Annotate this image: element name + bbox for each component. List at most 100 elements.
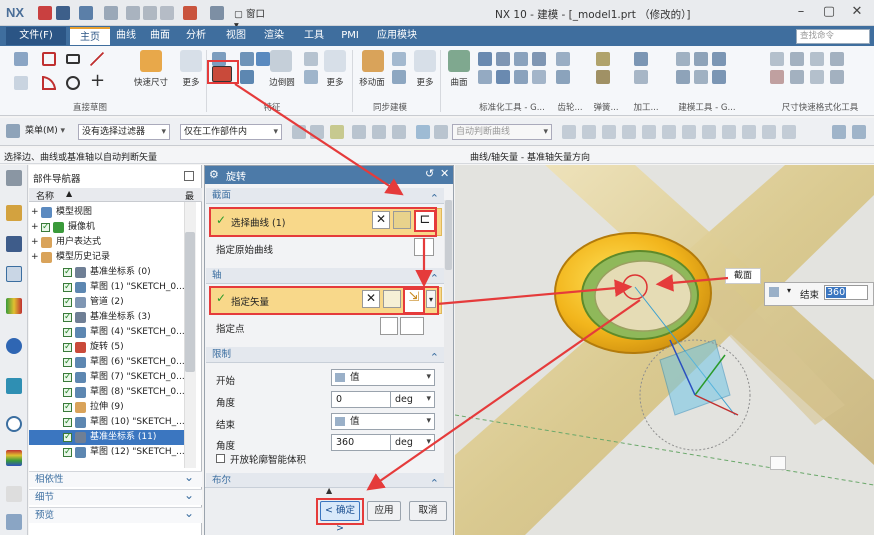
select-tool-6-icon[interactable] [392, 125, 406, 139]
visibility-checkbox[interactable] [63, 430, 72, 445]
cut-icon[interactable] [126, 6, 140, 20]
visibility-checkbox[interactable] [63, 295, 72, 310]
copy-icon[interactable] [143, 6, 157, 20]
gear-tool-2-icon[interactable] [556, 70, 570, 84]
navigator-scroll-thumb[interactable] [185, 232, 195, 372]
tree-row[interactable]: 草图 (12) "SKETCH_... [29, 445, 184, 460]
snap-tool-8-icon[interactable] [702, 125, 716, 139]
more-feature-button[interactable]: 更多 [320, 76, 350, 88]
visibility-checkbox[interactable] [63, 310, 72, 325]
web-browser-icon[interactable] [6, 338, 22, 354]
more-sync-button[interactable]: 更多 [410, 76, 440, 88]
menu-icon[interactable] [6, 124, 20, 138]
model-tool-5-icon[interactable] [694, 70, 708, 84]
system-icon[interactable] [6, 514, 22, 530]
machining-tool-1-icon[interactable] [634, 52, 648, 66]
model-tool-4-icon[interactable] [676, 70, 690, 84]
maximize-icon[interactable]: ▢ [818, 2, 840, 22]
select-tool-1-icon[interactable] [292, 125, 306, 139]
snap-tool-10-icon[interactable] [742, 125, 756, 139]
dialog-scroll-thumb[interactable] [445, 200, 452, 270]
tree-row[interactable]: 草图 (6) "SKETCH_0... [29, 355, 184, 370]
reset-icon[interactable]: ↺ [425, 167, 434, 180]
snap-tool-7-icon[interactable] [682, 125, 696, 139]
paste-icon[interactable] [160, 6, 174, 20]
move-face-button[interactable]: 移动面 [352, 76, 392, 88]
start-angle-input[interactable]: 0 [331, 391, 391, 408]
snap-tool-5-icon[interactable] [642, 125, 656, 139]
search-command-input[interactable]: 查找命令 [796, 29, 870, 44]
visibility-checkbox[interactable] [41, 220, 50, 235]
reverse-direction-icon[interactable]: ✕ [362, 290, 380, 308]
selection-scope-select[interactable]: 仅在工作部件内 [180, 124, 282, 140]
navigator-pin-icon[interactable] [184, 171, 194, 181]
select-tool-4-icon[interactable] [352, 125, 366, 139]
minimize-icon[interactable]: – [790, 2, 812, 22]
model-tool-1-icon[interactable] [676, 52, 690, 66]
column-name[interactable]: 名称 [36, 189, 54, 202]
unite-icon[interactable] [240, 70, 254, 84]
snap-tool-1-icon[interactable] [562, 125, 576, 139]
tab-tools[interactable]: 工具 [298, 27, 330, 45]
tree-row[interactable]: 基准坐标系 (0) [29, 265, 184, 280]
visibility-checkbox[interactable] [63, 355, 72, 370]
section-header-boolean[interactable]: 布尔 [206, 473, 444, 492]
dim-tool-4-icon[interactable] [830, 52, 844, 66]
tree-row[interactable]: 草图 (7) "SKETCH_0... [29, 370, 184, 385]
std-tool-2-icon[interactable] [496, 52, 510, 66]
offset-region-icon[interactable] [392, 52, 406, 66]
popup-end-input[interactable]: 360 [824, 285, 868, 300]
reuse-library-icon[interactable] [6, 298, 22, 314]
std-tool-7-icon[interactable] [514, 70, 528, 84]
model-tool-2-icon[interactable] [694, 52, 708, 66]
inferred-vector-icon[interactable]: ⇲ [403, 288, 425, 314]
assembly-navigator-icon[interactable] [6, 205, 22, 221]
tab-curve[interactable]: 曲线 [110, 27, 142, 45]
snap-tool-4-icon[interactable] [622, 125, 636, 139]
menu-dropdown[interactable]: 菜单(M) [22, 124, 68, 140]
sort-up-icon[interactable]: ▲ [66, 189, 72, 198]
dim-tool-3-icon[interactable] [810, 52, 824, 66]
select-tool-3-icon[interactable] [330, 125, 344, 139]
visibility-checkbox[interactable] [63, 325, 72, 340]
section-dependencies[interactable]: 相依性 [29, 469, 202, 487]
quick-dimension-icon[interactable] [140, 50, 162, 72]
visibility-checkbox[interactable] [63, 265, 72, 280]
dim-tool-6-icon[interactable] [790, 70, 804, 84]
spring-tool-2-icon[interactable] [596, 70, 610, 84]
tree-row[interactable]: 草图 (8) "SKETCH_0... [29, 385, 184, 400]
std-tool-3-icon[interactable] [514, 52, 528, 66]
point-icon[interactable]: + [90, 72, 105, 90]
snap-tool-2-icon[interactable] [582, 125, 596, 139]
dim-tool-5-icon[interactable] [770, 70, 784, 84]
apply-button[interactable]: 应用 [367, 501, 401, 521]
select-tool-5-icon[interactable] [372, 125, 386, 139]
expand-icon[interactable]: + [31, 220, 39, 235]
file-menu[interactable]: 文件(F) [6, 27, 66, 45]
expand-icon[interactable]: + [31, 250, 39, 265]
dim-tool-8-icon[interactable] [830, 70, 844, 84]
more-sync-icon[interactable] [414, 50, 436, 72]
tree-row[interactable]: 基准坐标系 (11) [29, 430, 184, 445]
sketch-section-icon[interactable]: ✕ [372, 211, 390, 229]
tree-row[interactable]: 管道 (2) [29, 295, 184, 310]
cancel-button[interactable]: 取消 [409, 501, 447, 521]
sketch-icon[interactable] [14, 52, 28, 66]
dim-tool-1-icon[interactable] [770, 52, 784, 66]
snap-tool-6-icon[interactable] [662, 125, 676, 139]
visibility-checkbox[interactable] [63, 400, 72, 415]
section-details[interactable]: 细节 [29, 487, 202, 505]
undo-icon[interactable] [79, 6, 93, 20]
end-angle-input[interactable]: 360 [331, 434, 391, 451]
view-tool-1-icon[interactable] [832, 125, 846, 139]
tab-render[interactable]: 渲染 [258, 27, 290, 45]
tab-pmi[interactable]: PMI [336, 27, 364, 45]
end-type-select[interactable]: 值 [331, 413, 435, 430]
tree-row[interactable]: 旋转 (5) [29, 340, 184, 355]
color-palette-icon[interactable] [6, 450, 22, 466]
shell-icon[interactable] [256, 52, 270, 66]
hole-icon[interactable] [240, 52, 254, 66]
settings-icon[interactable] [6, 170, 22, 186]
tab-applications[interactable]: 应用模块 [372, 27, 422, 45]
save-icon[interactable] [56, 6, 70, 20]
